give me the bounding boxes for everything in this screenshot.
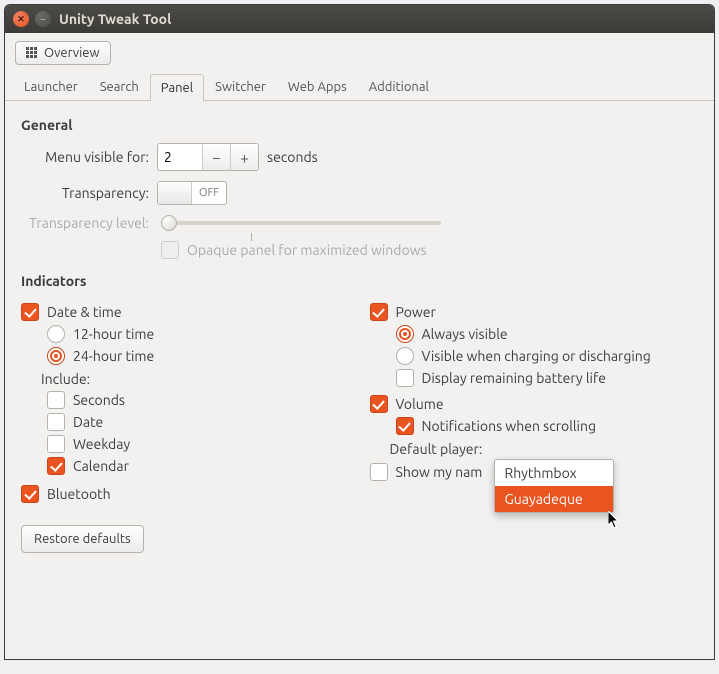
notifications-checkbox[interactable] bbox=[396, 417, 414, 435]
cursor-icon bbox=[608, 511, 622, 529]
transparency-slider[interactable] bbox=[161, 221, 441, 225]
main-window: ✕ – Unity Tweak Tool Overview Launcher S… bbox=[4, 4, 715, 660]
calendar-checkbox[interactable] bbox=[47, 457, 65, 475]
seconds-checkbox[interactable] bbox=[47, 391, 65, 409]
general-heading: General bbox=[21, 117, 698, 133]
include-seconds-label: Seconds bbox=[73, 392, 125, 408]
weekday-checkbox[interactable] bbox=[47, 435, 65, 453]
menu-visible-input[interactable] bbox=[158, 144, 202, 170]
datetime-checkbox[interactable] bbox=[21, 303, 39, 321]
tab-panel[interactable]: Panel bbox=[150, 74, 204, 101]
charging-label: Visible when charging or discharging bbox=[422, 348, 651, 364]
power-checkbox[interactable] bbox=[370, 303, 388, 321]
minimize-icon[interactable]: – bbox=[35, 11, 51, 27]
tab-bar: Launcher Search Panel Switcher Web Apps … bbox=[5, 73, 714, 101]
left-column: Date & time 12-hour time 24-hour time In… bbox=[21, 299, 350, 507]
show-name-label: Show my nam bbox=[396, 464, 483, 480]
content-area: General Menu visible for: − + seconds Tr… bbox=[5, 101, 714, 659]
default-player-label: Default player: bbox=[390, 441, 483, 457]
seconds-label: seconds bbox=[267, 149, 318, 165]
transparency-switch[interactable]: OFF bbox=[157, 181, 227, 205]
notifications-label: Notifications when scrolling bbox=[422, 418, 597, 434]
show-name-checkbox[interactable] bbox=[370, 463, 388, 481]
titlebar: ✕ – Unity Tweak Tool bbox=[5, 5, 714, 33]
dropdown-option-rhythmbox[interactable]: Rhythmbox bbox=[495, 460, 613, 486]
right-column: Power Always visible Visible when chargi… bbox=[370, 299, 699, 507]
always-visible-radio[interactable] bbox=[396, 325, 414, 343]
twentyfour-hour-radio[interactable] bbox=[47, 347, 65, 365]
indicator-columns: Date & time 12-hour time 24-hour time In… bbox=[21, 299, 698, 507]
charging-radio[interactable] bbox=[396, 347, 414, 365]
tab-launcher[interactable]: Launcher bbox=[13, 73, 89, 100]
close-icon[interactable]: ✕ bbox=[13, 11, 29, 27]
volume-label: Volume bbox=[396, 396, 444, 412]
window-title: Unity Tweak Tool bbox=[59, 11, 171, 27]
indicators-heading: Indicators bbox=[21, 273, 698, 289]
overview-button[interactable]: Overview bbox=[15, 41, 111, 65]
toolbar: Overview bbox=[5, 33, 714, 73]
slider-thumb[interactable] bbox=[161, 215, 177, 231]
include-calendar-label: Calendar bbox=[73, 458, 129, 474]
tab-search[interactable]: Search bbox=[89, 73, 150, 100]
menu-visible-spinner[interactable]: − + bbox=[157, 143, 259, 171]
tab-webapps[interactable]: Web Apps bbox=[277, 73, 358, 100]
tab-additional[interactable]: Additional bbox=[358, 73, 440, 100]
volume-checkbox[interactable] bbox=[370, 395, 388, 413]
grid-icon bbox=[26, 47, 38, 59]
include-label: Include: bbox=[41, 371, 350, 387]
include-weekday-label: Weekday bbox=[73, 436, 130, 452]
bluetooth-label: Bluetooth bbox=[47, 486, 111, 502]
transparency-level-label: Transparency level: bbox=[21, 215, 157, 231]
twentyfour-hour-label: 24-hour time bbox=[73, 348, 154, 364]
spinner-increase[interactable]: + bbox=[230, 144, 258, 170]
opaque-label: Opaque panel for maximized windows bbox=[187, 242, 427, 258]
power-label: Power bbox=[396, 304, 436, 320]
twelve-hour-radio[interactable] bbox=[47, 325, 65, 343]
remaining-label: Display remaining battery life bbox=[422, 370, 607, 386]
slider-tick bbox=[251, 233, 252, 241]
default-player-dropdown[interactable]: Rhythmbox Guayadeque bbox=[494, 459, 614, 513]
restore-defaults-button[interactable]: Restore defaults bbox=[21, 525, 144, 553]
include-date-label: Date bbox=[73, 414, 103, 430]
twelve-hour-label: 12-hour time bbox=[73, 326, 154, 342]
bluetooth-checkbox[interactable] bbox=[21, 485, 39, 503]
opaque-checkbox bbox=[161, 241, 179, 259]
dropdown-option-guayadeque[interactable]: Guayadeque bbox=[495, 486, 613, 512]
remaining-checkbox[interactable] bbox=[396, 369, 414, 387]
datetime-label: Date & time bbox=[47, 304, 122, 320]
window-controls: ✕ – bbox=[13, 11, 51, 27]
menu-visible-label: Menu visible for: bbox=[21, 149, 157, 165]
switch-state: OFF bbox=[192, 187, 226, 199]
spinner-decrease[interactable]: − bbox=[202, 144, 230, 170]
date-checkbox[interactable] bbox=[47, 413, 65, 431]
transparency-label: Transparency: bbox=[21, 185, 157, 201]
tab-switcher[interactable]: Switcher bbox=[204, 73, 277, 100]
switch-knob bbox=[158, 182, 192, 204]
overview-label: Overview bbox=[44, 46, 100, 60]
always-visible-label: Always visible bbox=[422, 326, 508, 342]
